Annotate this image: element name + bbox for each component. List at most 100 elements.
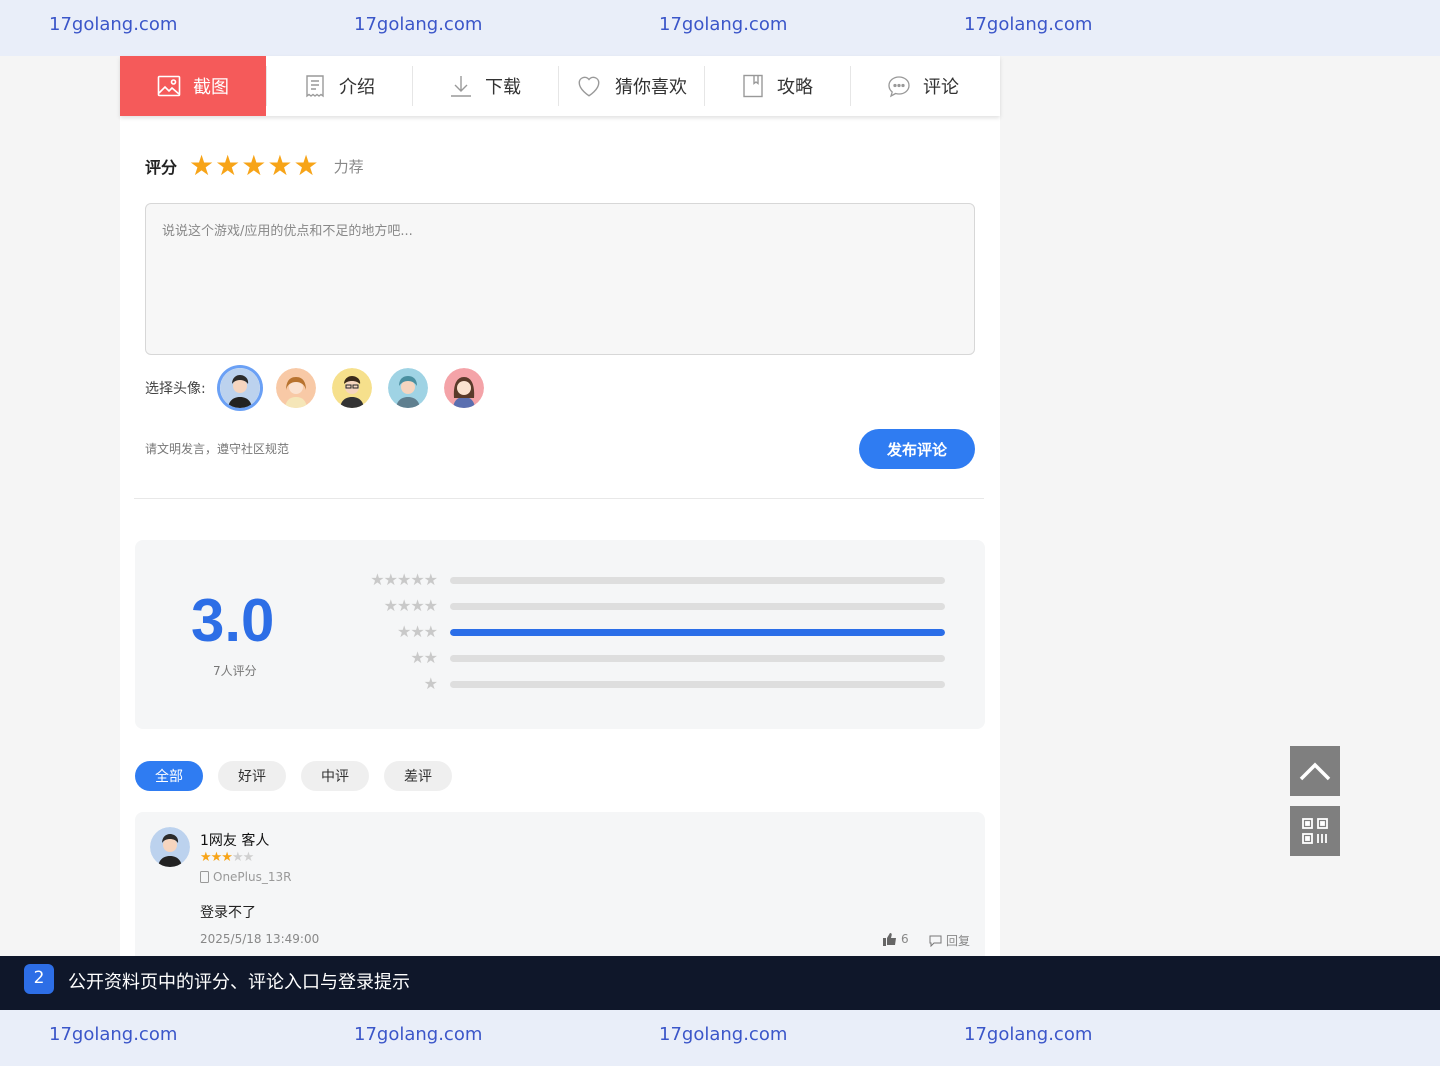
community-notice: 请文明发言，遵守社区规范 <box>145 442 290 456</box>
watermark-text: 17golang.com <box>659 14 788 35</box>
star-icons: ★★★★★ <box>370 570 438 589</box>
star-icon[interactable]: ★ <box>267 152 292 180</box>
bar-track <box>450 577 945 584</box>
tab-bar: 截图 介绍 下载 猜你喜欢 攻略 评论 <box>120 56 1000 116</box>
heart-icon <box>578 76 600 97</box>
avatar-glasses-icon <box>331 368 372 408</box>
bar-track <box>450 603 945 610</box>
reply-label: 回复 <box>946 934 971 948</box>
filter-all[interactable]: 全部 <box>135 761 203 791</box>
watermark-text: 17golang.com <box>49 14 178 35</box>
watermark-text: 17golang.com <box>659 1024 788 1045</box>
app-detail-panel: 截图 介绍 下载 猜你喜欢 攻略 评论 评分 ★ ★ ★ ★ ★ 力荐 说说这个… <box>120 56 1000 956</box>
tab-label: 评论 <box>923 77 959 98</box>
rating-count: 7人评分 <box>213 664 257 678</box>
avatar-option[interactable] <box>387 368 428 408</box>
book-icon <box>743 74 763 98</box>
rating-bar-5: ★★★★★ <box>357 570 947 589</box>
tab-screenshots[interactable]: 截图 <box>120 56 266 116</box>
rating-bar-3: ★★★ <box>357 622 947 641</box>
watermark-text: 17golang.com <box>354 14 483 35</box>
rating-label: 评分 <box>145 158 178 177</box>
comment-author: 1网友 客人 <box>200 833 270 849</box>
star-icon[interactable]: ★ <box>241 152 266 180</box>
tab-label: 猜你喜欢 <box>615 77 687 98</box>
thumbs-up-icon <box>883 932 896 946</box>
filter-neutral[interactable]: 中评 <box>301 761 369 791</box>
bar-track <box>450 655 945 662</box>
avatar-option[interactable] <box>219 368 260 408</box>
comment-item: 1网友 客人 ★★★★★ OnePlus_13R 登录不了 2025/5/18 … <box>135 812 985 956</box>
qr-code-button[interactable] <box>1290 806 1340 856</box>
like-button[interactable]: 6 <box>883 932 909 946</box>
star-icons: ★ <box>423 674 438 693</box>
tab-recommend[interactable]: 猜你喜欢 <box>558 56 704 116</box>
divider <box>134 498 984 499</box>
caption-bar: 2 公开资料页中的评分、评论入口与登录提示 <box>0 956 1440 1010</box>
tab-label: 截图 <box>193 77 229 98</box>
rating-bar-2: ★★ <box>357 648 947 667</box>
like-count: 6 <box>901 932 909 946</box>
star-icon[interactable]: ★ <box>189 152 214 180</box>
qr-code-icon <box>1302 818 1328 844</box>
avatar-picker: 选择头像: <box>145 368 500 408</box>
star-icons: ★★ <box>410 648 438 667</box>
chevron-up-icon <box>1299 762 1331 781</box>
bar-track <box>450 629 945 636</box>
filter-negative[interactable]: 差评 <box>384 761 452 791</box>
bar-track <box>450 681 945 688</box>
rating-bar-1: ★ <box>357 674 947 693</box>
comment-stars: ★★★★★ <box>200 850 254 865</box>
tab-download[interactable]: 下载 <box>412 56 558 116</box>
avatar-boy-icon <box>219 368 260 408</box>
watermark-band-bottom: 17golang.com 17golang.com 17golang.com 1… <box>0 1010 1440 1066</box>
avatar-woman-icon <box>443 368 484 408</box>
tab-guide[interactable]: 攻略 <box>704 56 850 116</box>
star-icons: ★★★★ <box>383 596 438 615</box>
tab-label: 攻略 <box>777 77 813 98</box>
watermark-text: 17golang.com <box>964 1024 1093 1045</box>
star-icons: ★★★ <box>396 622 438 641</box>
caption-text: 公开资料页中的评分、评论入口与登录提示 <box>68 972 410 993</box>
star-icon[interactable]: ★ <box>215 152 240 180</box>
watermark-band-top: 17golang.com 17golang.com 17golang.com 1… <box>0 0 1440 56</box>
watermark-text: 17golang.com <box>964 14 1093 35</box>
avatar-option[interactable] <box>275 368 316 408</box>
reply-icon <box>929 935 942 947</box>
avatar-teal-icon <box>387 368 428 408</box>
rating-selector: 评分 ★ ★ ★ ★ ★ 力荐 <box>145 152 364 180</box>
comment-filters: 全部 好评 中评 差评 <box>135 761 452 791</box>
reply-button[interactable]: 回复 <box>929 932 970 949</box>
chat-icon <box>888 76 910 98</box>
filter-positive[interactable]: 好评 <box>218 761 286 791</box>
tab-intro[interactable]: 介绍 <box>266 56 412 116</box>
back-to-top-button[interactable] <box>1290 746 1340 796</box>
bar-fill <box>450 629 945 636</box>
tab-label: 介绍 <box>339 77 375 98</box>
watermark-text: 17golang.com <box>354 1024 483 1045</box>
comment-input-wrapper <box>145 203 975 355</box>
document-icon <box>306 75 324 98</box>
avatar-label: 选择头像: <box>145 381 206 397</box>
publish-comment-button[interactable]: 发布评论 <box>859 429 975 469</box>
comment-time: 2025/5/18 13:49:00 <box>200 932 320 946</box>
avatar-girl-icon <box>275 368 316 408</box>
rating-bar-4: ★★★★ <box>357 596 947 615</box>
avatar-option[interactable] <box>443 368 484 408</box>
avatar-boy-icon <box>150 827 190 867</box>
avatar <box>150 827 190 867</box>
tab-label: 下载 <box>485 77 521 98</box>
comment-input[interactable] <box>146 204 974 354</box>
comment-device: OnePlus_13R <box>200 870 291 884</box>
comment-text: 登录不了 <box>200 905 256 921</box>
avatar-option[interactable] <box>331 368 372 408</box>
download-icon <box>451 76 471 97</box>
rating-summary: 3.0 7人评分 ★★★★★ ★★★★ ★★★ ★★ ★ <box>135 540 985 729</box>
star-icon[interactable]: ★ <box>293 152 318 180</box>
device-name: OnePlus_13R <box>213 870 292 884</box>
phone-icon <box>200 871 209 883</box>
watermark-text: 17golang.com <box>49 1024 178 1045</box>
average-score: 3.0 <box>191 587 275 654</box>
rating-text: 力荐 <box>333 157 364 176</box>
tab-comments[interactable]: 评论 <box>850 56 996 116</box>
